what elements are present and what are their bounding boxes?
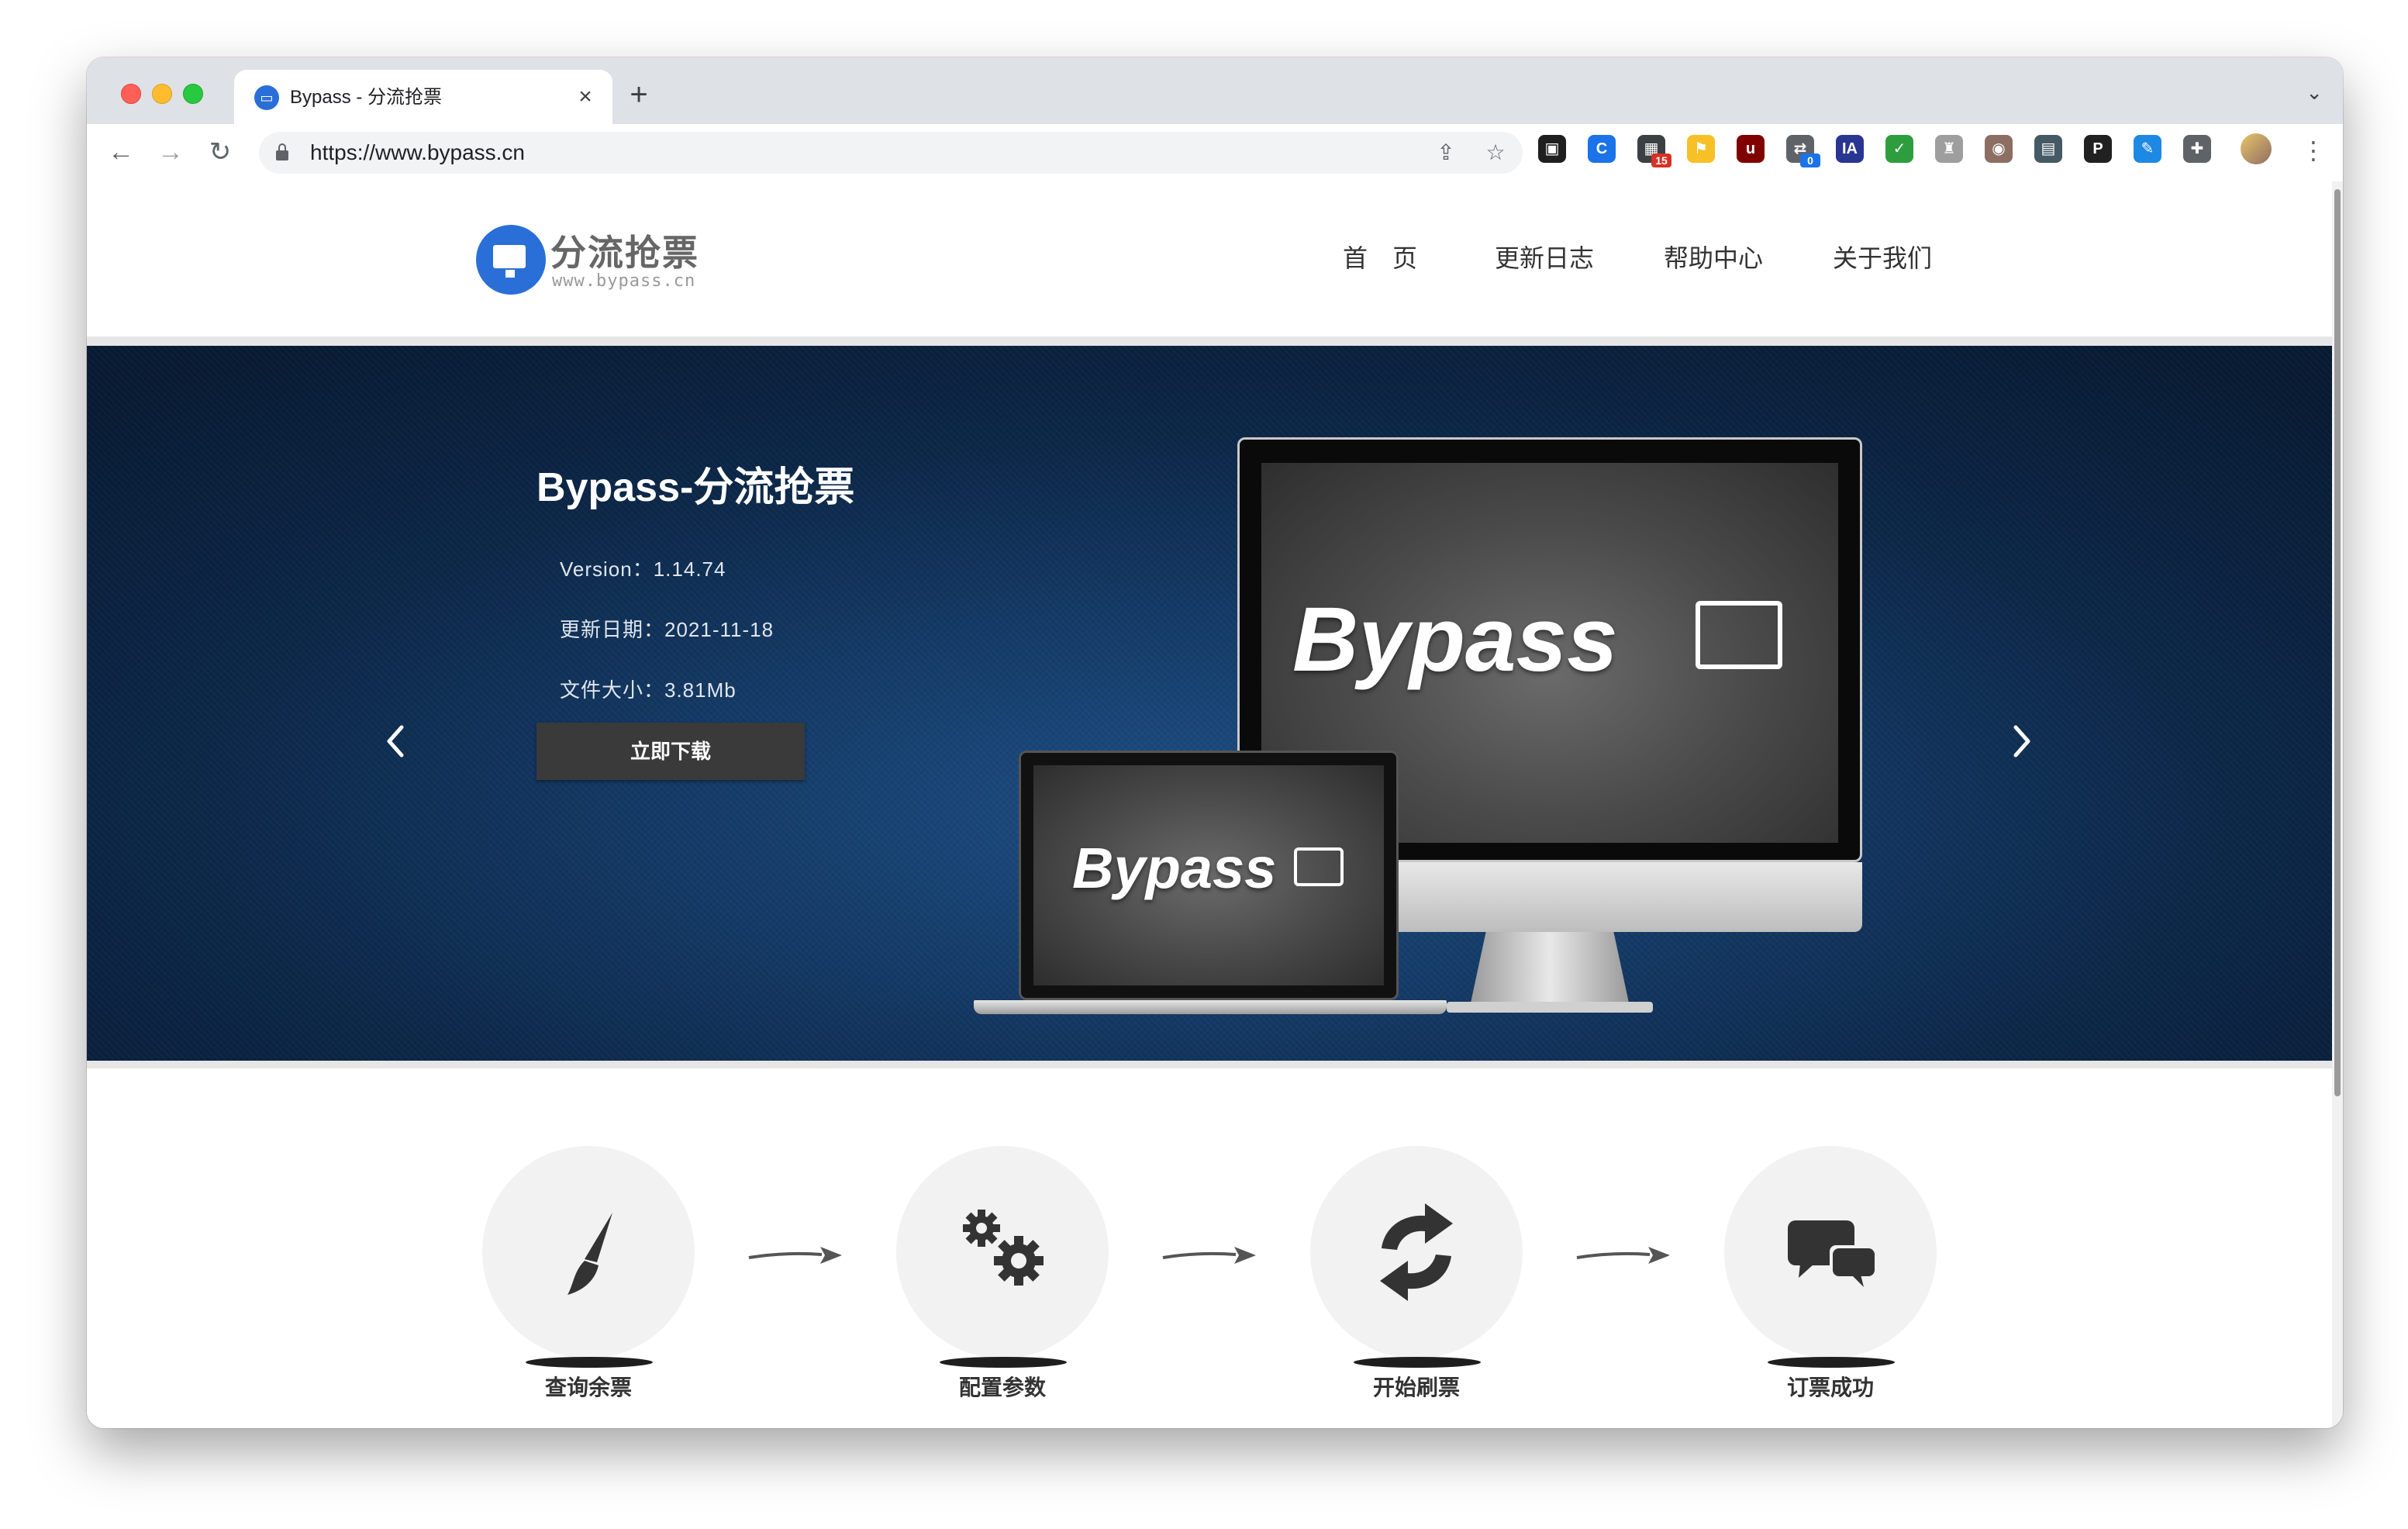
chrome-extension-c[interactable]: C — [1588, 135, 1616, 163]
update-date-text: 更新日期：2021-11-18 — [560, 618, 774, 641]
site-logo[interactable]: 分流抢票 www.bypass.cn — [476, 220, 709, 298]
step-success-circle — [1724, 1146, 1937, 1358]
puzzle-icon[interactable]: ✚ — [2183, 135, 2211, 163]
gears-icon — [963, 1210, 1044, 1286]
url-text[interactable]: https://www.bypass.cn — [310, 140, 525, 166]
step-arrow-icon — [748, 1247, 842, 1264]
browser-menu-icon[interactable]: ⋮ — [2301, 135, 2326, 166]
download-button[interactable]: 立即下载 — [536, 723, 805, 780]
logo-text: 分流抢票 — [550, 233, 699, 273]
new-tab-button[interactable]: + — [623, 79, 654, 110]
page-scrollbar[interactable] — [2332, 181, 2343, 1428]
imac-brand-text: Bypass — [1292, 588, 1618, 691]
chat-icon — [1788, 1220, 1875, 1287]
maximize-window-button[interactable] — [183, 84, 203, 104]
nav-help-center[interactable]: 帮助中心 — [1664, 239, 1763, 274]
lock-icon[interactable] — [276, 143, 288, 160]
bookmark-extension[interactable]: ⚑ — [1687, 135, 1715, 163]
tab-manager-extension[interactable]: ▣ — [1538, 135, 1566, 163]
step-query-circle — [482, 1146, 695, 1358]
step-arrow-icon — [1576, 1247, 1670, 1264]
tab-close-icon[interactable]: × — [572, 84, 599, 110]
site-favicon-icon: ▭ — [254, 85, 279, 110]
active-tab[interactable]: ▭ Bypass - 分流抢票 × — [234, 70, 612, 124]
step-config-label: 配置参数 — [958, 1375, 1046, 1400]
window-extension[interactable]: ▤ — [2034, 135, 2062, 163]
step-arrow-icon — [1162, 1247, 1256, 1264]
monitor-logo-icon — [476, 225, 546, 295]
nav-changelog[interactable]: 更新日志 — [1495, 239, 1594, 274]
web-page: 分流抢票 www.bypass.cn 首 页 更新日志 帮助中心 关于我们 By… — [87, 181, 2332, 1428]
doc-extension[interactable]: ✎ — [2134, 135, 2161, 163]
reload-button[interactable]: ↻ — [203, 135, 237, 169]
bookmark-star-icon[interactable]: ☆ — [1482, 140, 1509, 166]
brush-icon — [568, 1213, 612, 1295]
grid-extension[interactable]: ▦ 15 — [1637, 135, 1671, 167]
p-extension[interactable]: P — [2084, 135, 2112, 163]
ublock-extension[interactable]: u — [1737, 135, 1765, 163]
nav-about-us[interactable]: 关于我们 — [1833, 239, 1932, 274]
translate-extension[interactable]: ⇄ 0 — [1786, 135, 1820, 167]
version-text: Version：1.14.74 — [560, 557, 726, 581]
laptop-brand-text: Bypass — [1072, 836, 1277, 900]
shield-extension[interactable]: ♜ — [1935, 135, 1963, 163]
extension-badge: 15 — [1651, 154, 1671, 167]
step-refresh-circle — [1310, 1146, 1523, 1358]
site-header: 分流抢票 www.bypass.cn 首 页 更新日志 帮助中心 关于我们 — [87, 181, 2332, 337]
back-button[interactable]: ← — [104, 135, 138, 169]
step-start-label: 开始刷票 — [1372, 1375, 1460, 1400]
steps-divider — [87, 1061, 2332, 1068]
header-divider — [87, 337, 2332, 346]
owl-extension[interactable]: ◉ — [1985, 135, 2013, 163]
close-window-button[interactable] — [121, 84, 141, 104]
browser-toolbar: ← → ↻ https://www.bypass.cn ⇪ ☆ ▣ C ▦ 15 ⚑ u ⇄… — [87, 124, 2343, 183]
tab-search-chevron-icon[interactable]: ⌄ — [2306, 81, 2323, 105]
browser-window: ▭ Bypass - 分流抢票 × + ⌄ ← → ↻ https://www.… — [87, 57, 2343, 1428]
laptop-illustration: Bypass — [974, 751, 1447, 1022]
refresh-icon — [1380, 1203, 1453, 1301]
steps-section: 查询余票 配置参数 开始刷票 订票成功 — [87, 1061, 2332, 1428]
step-config-circle — [896, 1146, 1109, 1358]
logo-subtext: www.bypass.cn — [552, 271, 696, 291]
ia-extension[interactable]: IA — [1836, 135, 1864, 163]
hero-banner: Bypass-分流抢票 Version：1.14.74 更新日期：2021-11… — [87, 346, 2332, 1061]
tab-bar: ▭ Bypass - 分流抢票 × + ⌄ — [87, 57, 2343, 124]
laptop-monitor-icon — [1294, 847, 1344, 886]
file-size-text: 文件大小：3.81Mb — [560, 678, 737, 702]
forward-button[interactable]: → — [154, 135, 188, 169]
address-bar[interactable]: https://www.bypass.cn ⇪ ☆ — [259, 132, 1523, 174]
carousel-next-arrow-icon[interactable] — [2002, 718, 2041, 764]
minimize-window-button[interactable] — [152, 84, 172, 104]
step-success-label: 订票成功 — [1786, 1375, 1874, 1400]
scrollbar-thumb[interactable] — [2334, 189, 2341, 1096]
carousel-prev-arrow-icon[interactable] — [377, 718, 416, 764]
profile-avatar[interactable] — [2241, 133, 2272, 164]
imac-monitor-icon — [1696, 601, 1782, 669]
tab-title: Bypass - 分流抢票 — [290, 87, 443, 108]
extension-badge: 0 — [1800, 154, 1820, 167]
share-icon[interactable]: ⇪ — [1433, 140, 1459, 166]
green-check-extension[interactable]: ✓ — [1885, 135, 1913, 163]
nav-home[interactable]: 首 页 — [1343, 239, 1417, 274]
step-query-label: 查询余票 — [544, 1375, 632, 1400]
banner-title: Bypass-分流抢票 — [536, 465, 855, 510]
